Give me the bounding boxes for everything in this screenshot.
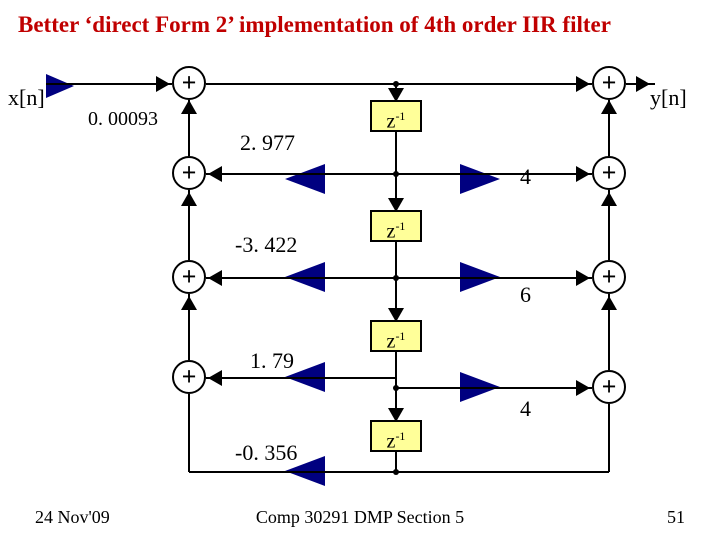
footer-course: Comp 30291 DMP Section 5 (0, 507, 720, 528)
arrowhead-icon (208, 166, 222, 182)
adder-right-2: + (592, 260, 626, 294)
gain-triangle-a3 (285, 362, 325, 392)
arrowhead-icon (208, 270, 222, 286)
coef-b3: 4 (520, 396, 531, 422)
adder-right-3: + (592, 370, 626, 404)
gain-triangle-b2 (460, 262, 500, 292)
gain-triangle-a2 (285, 262, 325, 292)
delay-2: z-1 (370, 210, 422, 242)
adder-left-2: + (172, 260, 206, 294)
adder-left-1: + (172, 156, 206, 190)
arrowhead-icon (576, 76, 590, 92)
gain-triangle-a1 (285, 164, 325, 194)
arrowhead-icon (601, 192, 617, 206)
arrowhead-icon (156, 76, 170, 92)
delay-4: z-1 (370, 420, 422, 452)
arrowhead-icon (576, 270, 590, 286)
adder-right-1: + (592, 156, 626, 190)
input-label: x[n] (8, 85, 45, 111)
gain-triangle-b3 (460, 372, 500, 402)
delay-3: z-1 (370, 320, 422, 352)
arrowhead-icon (181, 100, 197, 114)
arrowhead-icon (181, 192, 197, 206)
coef-a2: -3. 422 (235, 232, 297, 258)
gain-input-label: 0. 00093 (88, 108, 158, 131)
arrowhead-icon (576, 166, 590, 182)
coef-b1: 4 (520, 164, 531, 190)
arrowhead-icon (388, 198, 404, 212)
coef-b2: 6 (520, 282, 531, 308)
arrowhead-icon (576, 380, 590, 396)
arrowhead-icon (601, 100, 617, 114)
page-title: Better ‘direct Form 2’ implementation of… (18, 12, 611, 38)
arrowhead-icon (181, 296, 197, 310)
output-label: y[n] (650, 85, 687, 111)
gain-triangle-a4 (285, 456, 325, 486)
arrowhead-icon (388, 408, 404, 422)
arrowhead-icon (636, 76, 650, 92)
arrowhead-icon (388, 88, 404, 102)
adder-left-3: + (172, 360, 206, 394)
adder-right-0: + (592, 66, 626, 100)
adder-left-0: + (172, 66, 206, 100)
input-arrow-icon (46, 74, 74, 98)
arrowhead-icon (388, 308, 404, 322)
arrowhead-icon (208, 370, 222, 386)
arrowhead-icon (601, 296, 617, 310)
footer-page: 51 (667, 507, 685, 528)
gain-triangle-b1 (460, 164, 500, 194)
delay-1: z-1 (370, 100, 422, 132)
coef-a1: 2. 977 (240, 130, 295, 156)
